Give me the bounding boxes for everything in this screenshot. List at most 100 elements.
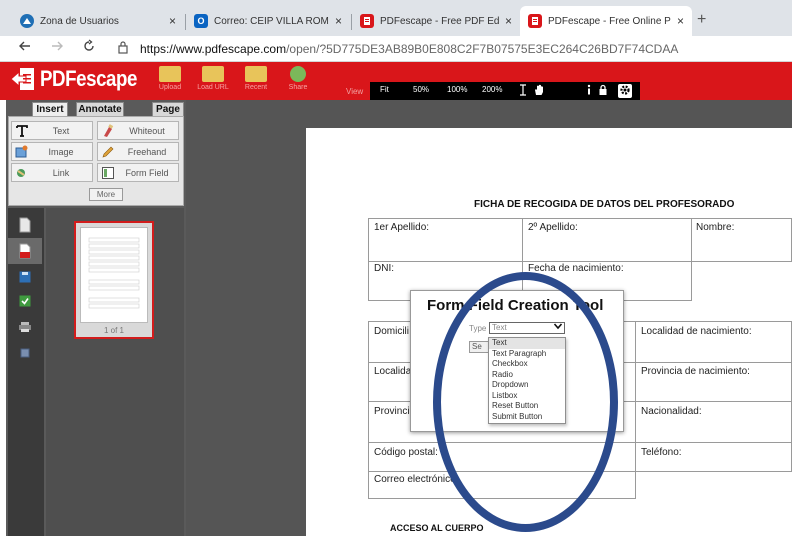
pdfescape-icon [360,14,374,28]
url-path: /open/?5D775DE3AB89B0E808C2F7B07575E3EC2… [286,42,679,56]
share-people-icon [290,66,306,82]
refresh-icon[interactable] [82,39,96,57]
tab-annotate[interactable]: Annotate [76,102,124,116]
pdfescape-icon [528,14,542,28]
whiteout-tool-button[interactable]: Whiteout [97,121,179,140]
back-arrow-icon[interactable] [18,39,32,57]
close-tab-icon[interactable]: × [335,14,342,28]
lock-icon[interactable] [596,84,610,98]
label-codigo-postal: Código postal: [374,447,438,458]
text-cursor-icon[interactable] [516,84,530,98]
option-dropdown[interactable]: Dropdown [489,380,565,391]
browser-tab-pdfescape-online[interactable]: PDFescape - Free Online PDF Ed × [520,6,692,36]
outlook-icon: O [194,14,208,28]
pdfescape-logo[interactable]: PDFescape [10,66,154,92]
gear-icon[interactable] [618,84,632,98]
share-button[interactable]: Share [278,66,318,96]
label-fecha-nacimiento: Fecha de nacimiento: [528,263,624,274]
browser-tab-zona-usuarios[interactable]: Zona de Usuarios × [12,6,184,36]
label-nombre: Nombre: [696,222,735,233]
tool-label: Image [48,146,74,157]
dialog-title: Form Field Creation Tool [427,297,604,314]
info-icon[interactable] [582,84,596,98]
tool-label: Text [52,125,70,136]
browser-tab-correo[interactable]: O Correo: CEIP VILLA ROMANA - C × [186,6,350,36]
label-localidad: Localida [374,366,412,377]
save-icon[interactable] [8,264,42,290]
label-localidad-nacimiento: Localidad de nacimiento: [641,326,752,337]
tab-title: Zona de Usuarios [40,15,119,27]
new-tab-button[interactable]: + [697,12,706,28]
form-field-tool-button[interactable]: Form Field [97,163,179,182]
load-url-label: Load URL [197,84,229,91]
pages-icon[interactable] [8,212,42,238]
share-label: Share [288,84,308,91]
text-tool-button[interactable]: Text [11,121,93,140]
option-checkbox[interactable]: Checkbox [489,359,565,370]
zoom-fit-button[interactable]: Fit [380,85,389,94]
recent-button[interactable]: Recent [236,66,276,96]
pencil-icon [100,144,116,160]
zoom-100-button[interactable]: 100% [447,85,467,94]
option-radio[interactable]: Radio [489,370,565,381]
url-field[interactable]: https://www.pdfescape.com/open/?5D775DE3… [140,42,678,56]
label-provincia: Provinci [374,406,410,417]
option-submit-button[interactable]: Submit Button [489,412,565,423]
field-type-options-list: Text Text Paragraph Checkbox Radio Dropd… [488,337,566,424]
more-tools-button[interactable]: More [89,188,123,201]
image-icon [14,144,30,160]
label-apellido1: 1er Apellido: [374,222,430,233]
image-tool-button[interactable]: Image [11,142,93,161]
label-telefono: Teléfono: [641,447,682,458]
upload-label: Upload [158,84,182,91]
label-correo: Correo electrónico: [374,474,459,485]
zoom-200-button[interactable]: 200% [482,85,502,94]
zoom-50-button[interactable]: 50% [413,85,429,94]
load-url-button[interactable]: Load URL [193,66,233,96]
label-domicilio: Domicili [374,326,409,337]
chevron-down-icon[interactable] [553,322,563,333]
logo-icon [10,68,34,90]
freehand-tool-button[interactable]: Freehand [97,142,179,161]
screenshot-root: Zona de Usuarios × O Correo: CEIP VILLA … [0,0,792,536]
close-tab-icon[interactable]: × [677,14,684,28]
tab-insert[interactable]: Insert [32,102,68,116]
option-listbox[interactable]: Listbox [489,391,565,402]
label-provincia-nacimiento: Provincia de nacimiento: [641,366,750,377]
app-icon [20,14,34,28]
view-toolbar: Fit 50% 100% 200% [370,82,640,100]
tool-label: Freehand [127,146,167,157]
tool-label: Link [52,167,70,178]
close-tab-icon[interactable]: × [169,14,176,28]
side-icon-bar [8,208,44,536]
lock-icon[interactable] [118,40,128,54]
hand-tool-icon[interactable] [532,84,546,98]
save-download-icon[interactable] [8,288,42,314]
label-dni: DNI: [374,263,394,274]
url-host: https://www.pdfescape.com [140,42,287,56]
insert-toolbox: Text Whiteout Image Freehand Link Form F… [8,116,184,206]
properties-icon[interactable] [8,340,42,366]
option-reset-button[interactable]: Reset Button [489,401,565,412]
forward-arrow-icon[interactable] [50,39,64,57]
thumbnail-page-number: 1 of 1 [103,326,124,335]
recent-folder-icon [245,66,267,82]
upload-button[interactable]: Upload [150,66,190,96]
text-icon [14,123,30,139]
load-url-folder-icon [202,66,224,82]
tab-title: Correo: CEIP VILLA ROMANA - C [214,15,329,27]
page-thumbnail[interactable]: 1 of 1 [74,221,154,339]
link-tool-button[interactable]: Link [11,163,93,182]
type-label: Type [469,324,487,333]
form-field-icon [100,165,116,181]
view-label: View [346,87,364,96]
option-text[interactable]: Text [489,338,565,349]
close-tab-icon[interactable]: × [505,14,512,28]
pdf-page-icon[interactable] [8,238,42,264]
option-text-paragraph[interactable]: Text Paragraph [489,349,565,360]
browser-tab-pdfescape-editor[interactable]: PDFescape - Free PDF Editor & F × [352,6,520,36]
label-apellido2: 2º Apellido: [528,222,578,233]
tool-label: Whiteout [129,125,165,136]
tab-page[interactable]: Page [152,102,184,116]
print-icon[interactable] [8,314,42,340]
